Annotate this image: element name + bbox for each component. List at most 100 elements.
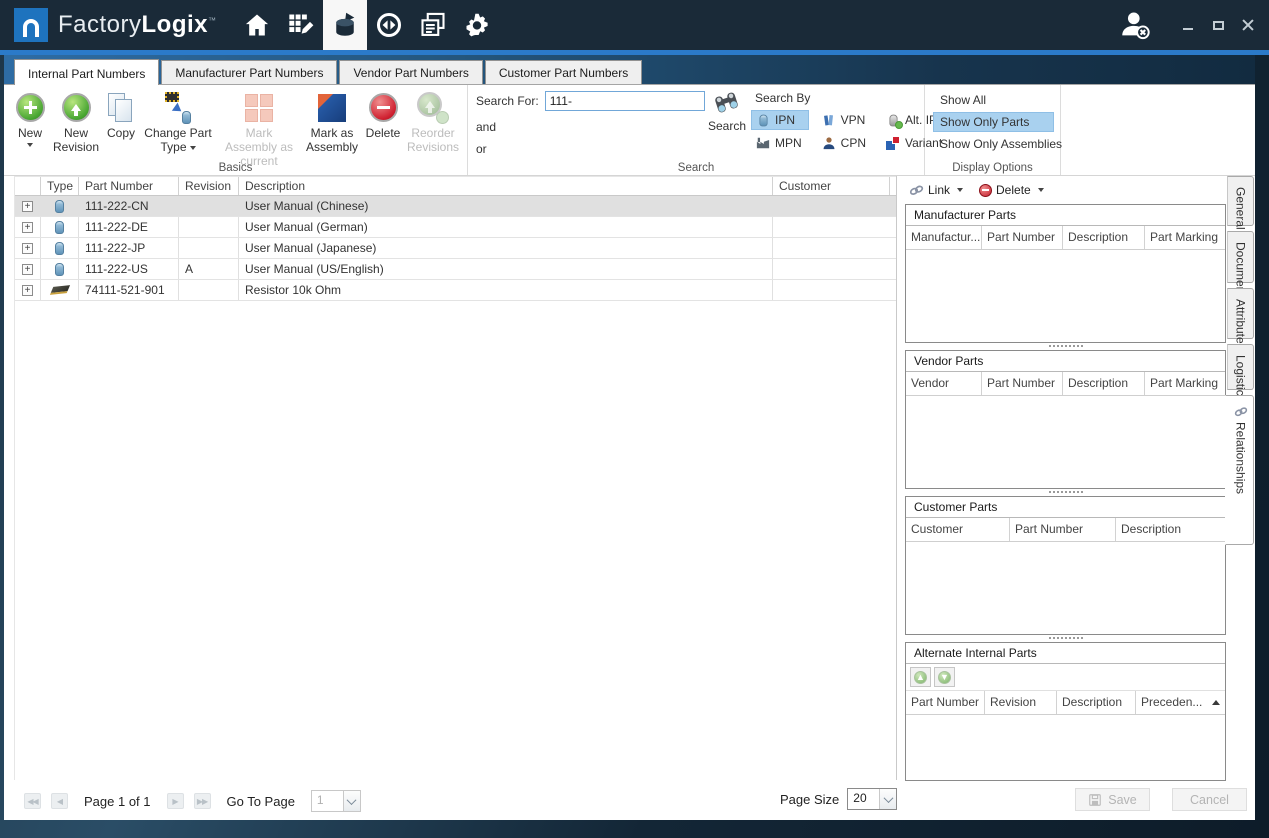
header-customer[interactable]: Customer — [773, 177, 890, 195]
col-description[interactable]: Description — [1057, 691, 1136, 714]
search-input[interactable] — [544, 91, 705, 111]
splitter-handle[interactable] — [905, 343, 1226, 348]
goto-page-combobox[interactable]: 1 — [310, 790, 361, 812]
transfers-icon[interactable] — [367, 0, 411, 50]
tab-manufacturer-part-numbers[interactable]: Manufacturer Part Numbers — [161, 60, 338, 84]
next-page-button[interactable]: ▶ — [166, 793, 184, 809]
close-button[interactable] — [1233, 0, 1263, 50]
page-size-combobox[interactable]: 20 — [847, 788, 898, 810]
col-description[interactable]: Description — [1116, 518, 1225, 541]
reports-icon[interactable] — [411, 0, 455, 50]
brand-trademark: ™ — [208, 16, 217, 25]
search-for-label: Search For: — [476, 94, 539, 108]
header-description[interactable]: Description — [239, 177, 773, 195]
search-by-vpn-toggle[interactable]: VPN — [817, 110, 873, 130]
delete-button[interactable]: Delete — [362, 88, 404, 143]
home-icon[interactable] — [235, 0, 279, 50]
minimize-button[interactable] — [1173, 0, 1203, 50]
header-part-number[interactable]: Part Number — [79, 177, 179, 195]
previous-page-button[interactable]: ◀ — [51, 793, 68, 809]
down-arrow-icon: ▼ — [938, 670, 951, 684]
header-type[interactable]: Type — [41, 177, 79, 195]
settings-gear-icon[interactable] — [455, 0, 499, 50]
move-down-button[interactable]: ▼ — [934, 667, 955, 687]
expand-toggle[interactable]: + — [22, 221, 33, 233]
header-revision[interactable]: Revision — [179, 177, 239, 195]
col-manufacturer[interactable]: Manufactur... — [906, 226, 982, 249]
col-part-number[interactable]: Part Number — [1010, 518, 1116, 541]
delete-circle-icon — [979, 183, 993, 197]
col-part-number[interactable]: Part Number — [906, 691, 985, 714]
link-button[interactable]: Link — [909, 183, 964, 197]
mark-assembly-as-current-button: Mark Assembly as current — [216, 88, 302, 171]
search-by-ipn-toggle[interactable]: IPN — [751, 110, 809, 130]
page-size-label: Page Size — [780, 791, 840, 807]
col-part-marking[interactable]: Part Marking — [1145, 226, 1225, 249]
col-description[interactable]: Description — [1063, 372, 1145, 395]
splitter-handle[interactable] — [905, 489, 1226, 494]
change-part-type-button[interactable]: Change Part Type — [141, 88, 215, 157]
save-button[interactable]: Save — [1075, 788, 1150, 811]
unlink-delete-button[interactable]: Delete — [979, 183, 1044, 197]
table-row[interactable]: + 74111-521-901 Resistor 10k Ohm — [15, 280, 896, 301]
alternate-internal-parts-body — [906, 715, 1225, 780]
mark-as-assembly-button[interactable]: Mark as Assembly — [303, 88, 361, 157]
alternate-internal-parts-section: Alternate Internal Parts ▲ ▼ Part Number… — [905, 642, 1226, 781]
new-button[interactable]: New — [10, 88, 50, 150]
col-part-number[interactable]: Part Number — [982, 372, 1063, 395]
expand-toggle[interactable]: + — [22, 200, 33, 212]
part-numbers-grid: Type Part Number Revision Description Cu… — [14, 176, 897, 780]
tab-documents[interactable]: Documents — [1227, 231, 1254, 303]
col-vendor[interactable]: Vendor — [906, 372, 982, 395]
move-up-button[interactable]: ▲ — [910, 667, 931, 687]
delete-icon — [368, 93, 398, 122]
sort-ascending-icon — [1212, 700, 1220, 705]
col-precedence[interactable]: Preceden... — [1136, 691, 1225, 714]
copy-button[interactable]: Copy — [102, 88, 140, 143]
table-row[interactable]: + 111-222-US A User Manual (US/English) — [15, 259, 896, 280]
search-by-cpn-toggle[interactable]: CPN — [817, 133, 873, 153]
tab-internal-part-numbers[interactable]: Internal Part Numbers — [14, 59, 160, 85]
show-only-parts-option[interactable]: Show Only Parts — [933, 112, 1054, 132]
first-page-button[interactable]: ◀◀ — [24, 793, 41, 809]
tab-general[interactable]: General — [1227, 176, 1254, 230]
col-part-number[interactable]: Part Number — [982, 226, 1063, 249]
combo-arrow-icon — [879, 789, 897, 809]
tab-vendor-part-numbers[interactable]: Vendor Part Numbers — [339, 60, 483, 84]
table-row[interactable]: + 111-222-DE User Manual (German) — [15, 217, 896, 238]
search-button[interactable]: Search — [708, 89, 746, 133]
planning-grid-icon[interactable] — [279, 0, 323, 50]
ipn-part-icon — [756, 113, 770, 127]
dropdown-caret-icon — [27, 143, 33, 148]
new-revision-icon — [61, 93, 91, 122]
splitter-handle[interactable] — [905, 635, 1226, 640]
expand-toggle[interactable]: + — [22, 242, 33, 254]
tab-logistics[interactable]: Logistics — [1227, 344, 1254, 402]
col-part-marking[interactable]: Part Marking — [1145, 372, 1225, 395]
maximize-button[interactable] — [1203, 0, 1233, 50]
table-row[interactable]: + 111-222-JP User Manual (Japanese) — [15, 238, 896, 259]
table-row[interactable]: + 111-222-CN User Manual (Chinese) — [15, 196, 896, 217]
col-description[interactable]: Description — [1063, 226, 1145, 249]
search-by-mpn-toggle[interactable]: MPN — [751, 133, 809, 153]
tab-attributes[interactable]: Attributes — [1227, 288, 1254, 350]
col-customer[interactable]: Customer — [906, 518, 1010, 541]
reorder-revisions-button: Reorder Revisions — [405, 88, 461, 157]
last-page-button[interactable]: ▶▶ — [193, 793, 211, 809]
expand-toggle[interactable]: + — [22, 263, 33, 275]
col-revision[interactable]: Revision — [985, 691, 1057, 714]
vendor-parts-title: Vendor Parts — [906, 351, 1225, 372]
show-all-option[interactable]: Show All — [933, 90, 1054, 110]
show-only-assemblies-option[interactable]: Show Only Assemblies — [933, 134, 1062, 154]
expand-toggle[interactable]: + — [22, 284, 33, 296]
part-number-tabs: Internal Part Numbers Manufacturer Part … — [4, 55, 1255, 85]
search-by-label: Search By — [755, 91, 811, 105]
cancel-button[interactable]: Cancel — [1172, 788, 1247, 811]
mark-as-assembly-icon — [318, 93, 346, 122]
new-revision-button[interactable]: New Revision — [51, 88, 101, 157]
manufacturer-parts-title: Manufacturer Parts — [906, 205, 1225, 226]
tab-relationships[interactable]: Relationships — [1225, 395, 1254, 545]
user-logout-icon[interactable] — [1115, 5, 1155, 45]
tab-customer-part-numbers[interactable]: Customer Part Numbers — [484, 60, 643, 84]
parts-database-icon[interactable] — [322, 0, 367, 50]
